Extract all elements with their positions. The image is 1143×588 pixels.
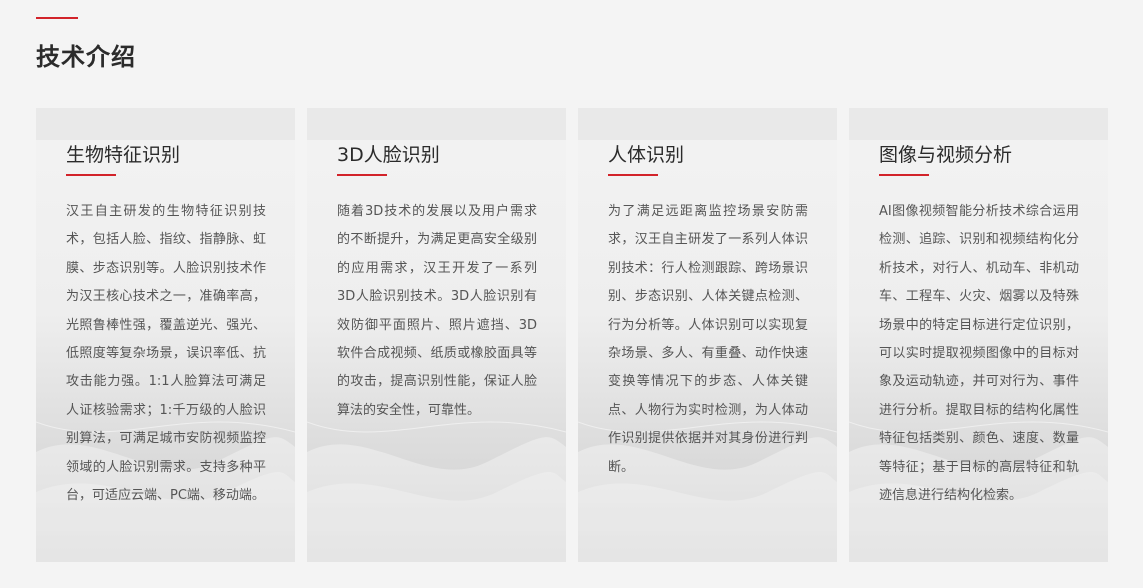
section-title: 技术介绍 — [36, 43, 136, 71]
card-top-band — [578, 108, 837, 140]
card-title: 生物特征识别 — [66, 144, 181, 166]
section-title-accent — [36, 17, 78, 19]
card-description: 汉王自主研发的生物特征识别技术，包括人脸、指纹、指静脉、虹膜、步态识别等。人脸识… — [66, 204, 266, 504]
card-top-band — [36, 108, 295, 140]
tech-cards: 生物特征识别 汉王自主研发的生物特征识别技术，包括人脸、指纹、指静脉、虹膜、步态… — [36, 108, 1108, 562]
card-biometrics: 生物特征识别 汉王自主研发的生物特征识别技术，包括人脸、指纹、指静脉、虹膜、步态… — [36, 108, 295, 562]
card-description: AI图像视频智能分析技术综合运用检测、追踪、识别和视频结构化分析技术，对行人、机… — [879, 204, 1079, 504]
card-top-band — [849, 108, 1108, 140]
card-title-accent — [879, 174, 929, 176]
card-image-video-analysis: 图像与视频分析 AI图像视频智能分析技术综合运用检测、追踪、识别和视频结构化分析… — [849, 108, 1108, 562]
card-title-accent — [337, 174, 387, 176]
card-title: 人体识别 — [608, 144, 685, 166]
card-description: 随着3D技术的发展以及用户需求的不断提升，为满足更高安全级别的应用需求，汉王开发… — [337, 204, 537, 418]
card-title-accent — [608, 174, 658, 176]
card-description: 为了满足远距离监控场景安防需求，汉王自主研发了一系列人体识别技术：行人检测跟踪、… — [608, 204, 808, 475]
card-3d-face: 3D人脸识别 随着3D技术的发展以及用户需求的不断提升，为满足更高安全级别的应用… — [307, 108, 566, 562]
card-top-band — [307, 108, 566, 140]
card-body-recognition: 人体识别 为了满足远距离监控场景安防需求，汉王自主研发了一系列人体识别技术：行人… — [578, 108, 837, 562]
card-title: 3D人脸识别 — [337, 144, 440, 166]
card-title-accent — [66, 174, 116, 176]
card-title: 图像与视频分析 — [879, 144, 1013, 166]
